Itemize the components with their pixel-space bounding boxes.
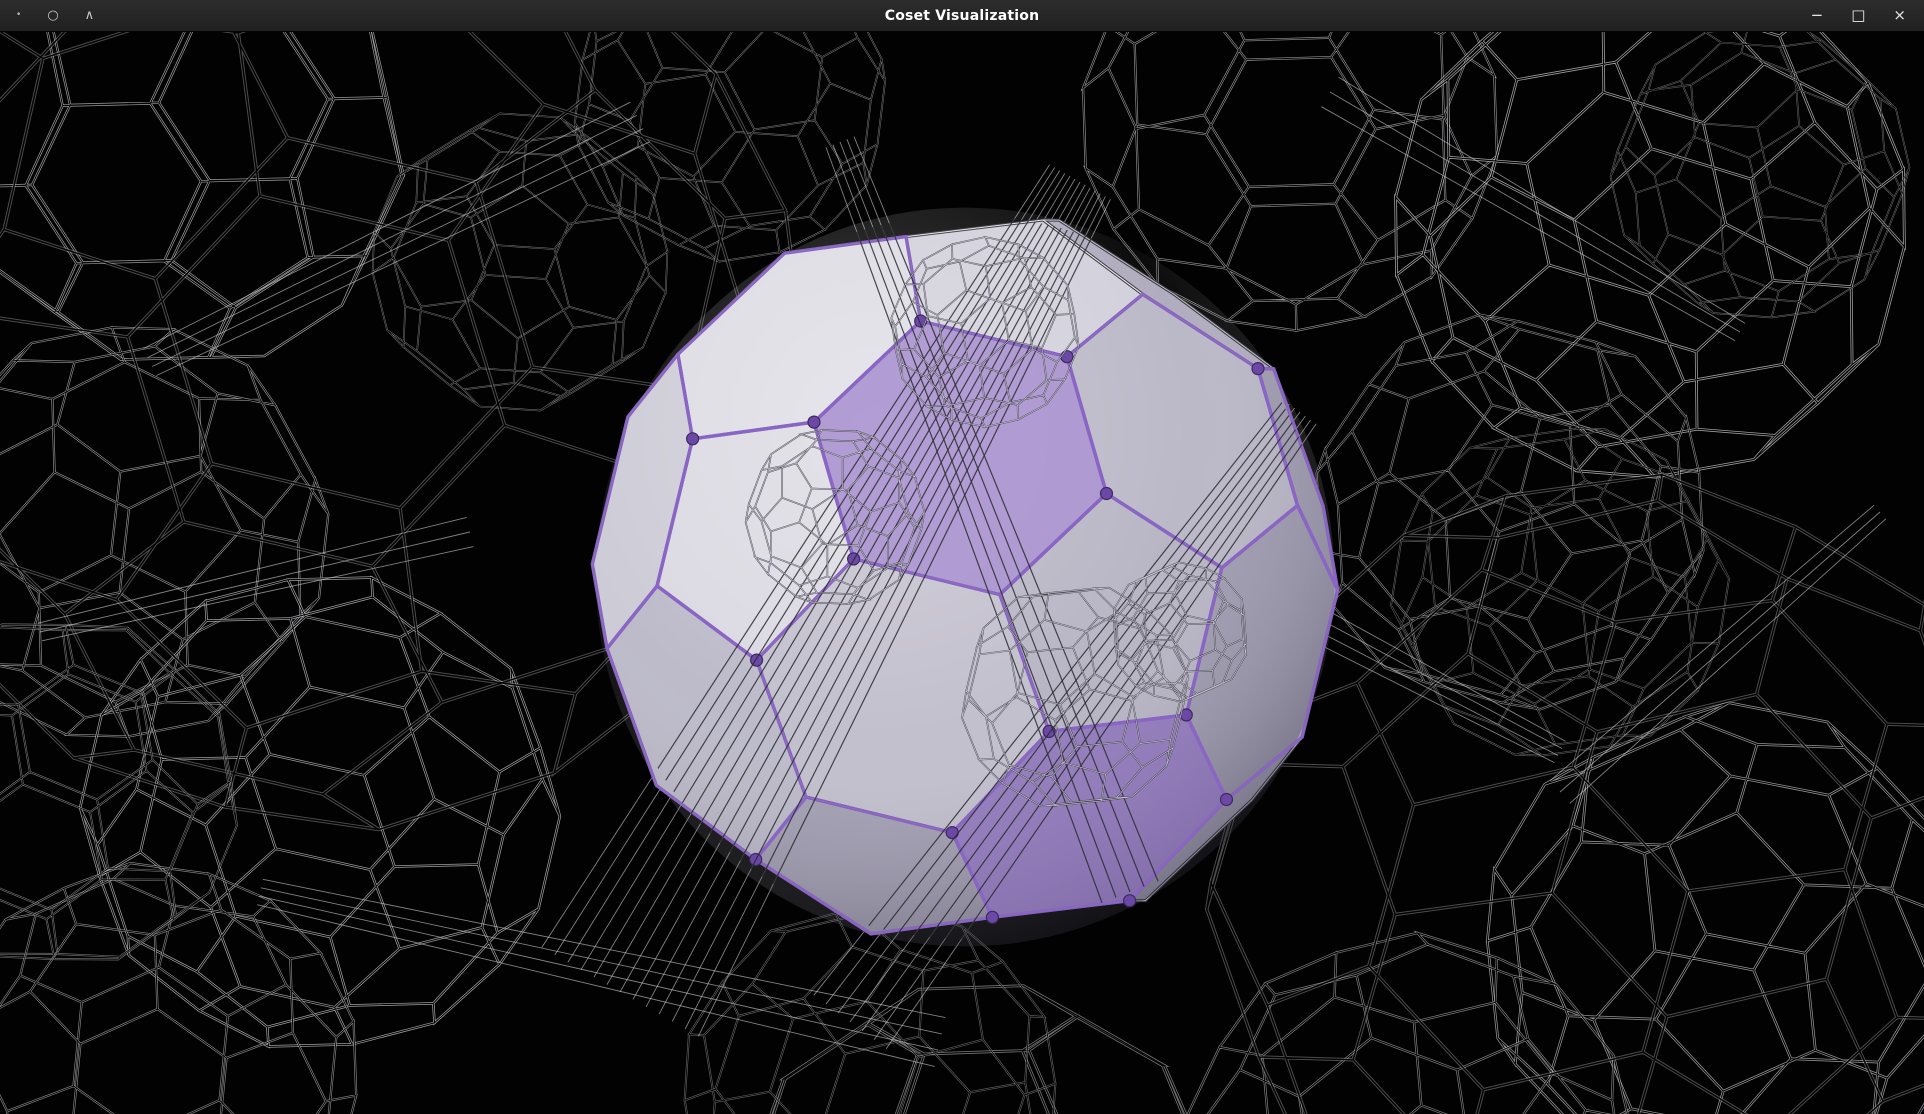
window-title: Coset Visualization: [0, 8, 1924, 24]
record-circle-icon[interactable]: ○: [45, 7, 60, 24]
titlebar-right-controls: − □ ×: [1809, 6, 1924, 25]
app-window: • ○ ∧ Coset Visualization − □ ×: [0, 0, 1924, 1114]
caret-up-icon[interactable]: ∧: [83, 7, 97, 24]
titlebar[interactable]: • ○ ∧ Coset Visualization − □ ×: [0, 0, 1924, 32]
close-button[interactable]: ×: [1891, 6, 1908, 25]
titlebar-left-controls: • ○ ∧: [0, 7, 96, 24]
viewport[interactable]: [0, 32, 1924, 1114]
menu-dot-icon[interactable]: •: [14, 9, 23, 22]
minimize-button[interactable]: −: [1809, 6, 1826, 25]
coset-3d-canvas[interactable]: [0, 32, 1924, 1114]
maximize-button[interactable]: □: [1849, 6, 1867, 25]
